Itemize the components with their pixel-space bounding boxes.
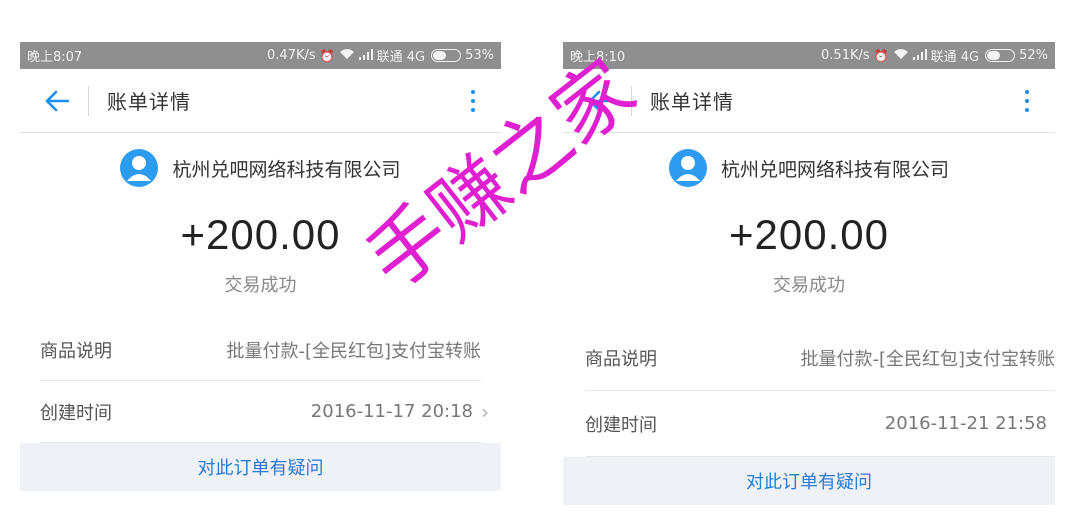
battery-percent: 53% xyxy=(465,48,494,63)
detail-row-created-time[interactable]: 创建时间 2016-11-17 20:18 › xyxy=(40,381,489,443)
signal-icon xyxy=(358,48,373,63)
detail-label: 创建时间 xyxy=(585,414,657,436)
transaction-amount: +200.00 xyxy=(180,211,341,258)
nav-divider xyxy=(88,85,89,116)
alarm-icon: ⏰ xyxy=(319,48,335,63)
user-avatar-icon xyxy=(668,149,707,187)
order-question-button[interactable]: 对此订单有疑问 xyxy=(20,443,501,491)
detail-value: 2016-11-21 21:58 xyxy=(884,413,1047,434)
transaction-amount: +200.00 xyxy=(729,211,889,258)
battery-fill xyxy=(987,51,1000,60)
bill-detail-screen-left: 晚上8:07 0.47K/s ⏰ 联通 4G 53% 账单详情 杭州兑吧网络科技… xyxy=(20,42,501,492)
carrier-label: 联通 4G xyxy=(930,50,980,65)
detail-list: 商品说明 批量付款-[全民红包]支付宝转账 创建时间 2016-11-21 21… xyxy=(563,325,1055,457)
merchant-name: 杭州兑吧网络科技有限公司 xyxy=(172,158,401,181)
back-arrow-icon[interactable] xyxy=(581,82,619,120)
nav-bar: 账单详情 xyxy=(20,69,501,133)
wifi-icon xyxy=(893,48,909,63)
battery-fill xyxy=(433,51,446,60)
back-arrow-icon[interactable] xyxy=(38,82,76,120)
detail-list: 商品说明 批量付款-[全民红包]支付宝转账 创建时间 2016-11-17 20… xyxy=(20,319,501,443)
page-title: 账单详情 xyxy=(107,90,191,114)
merchant-header: 杭州兑吧网络科技有限公司 xyxy=(563,149,1055,187)
transaction-status: 交易成功 xyxy=(224,275,297,296)
detail-label: 商品说明 xyxy=(40,340,112,362)
status-bar: 晚上8:10 0.51K/s ⏰ 联通 4G 52% xyxy=(563,42,1055,69)
detail-row-description: 商品说明 批量付款-[全民红包]支付宝转账 xyxy=(585,325,1055,391)
status-bar: 晚上8:07 0.47K/s ⏰ 联通 4G 53% xyxy=(20,42,501,69)
detail-label: 创建时间 xyxy=(40,402,112,424)
nav-bar: 账单详情 xyxy=(563,69,1055,133)
more-vertical-icon[interactable] xyxy=(459,85,487,117)
transaction-status: 交易成功 xyxy=(773,275,845,296)
detail-row-description: 商品说明 批量付款-[全民红包]支付宝转账 xyxy=(40,319,481,381)
network-speed: 0.51K/s xyxy=(821,48,870,63)
merchant-name: 杭州兑吧网络科技有限公司 xyxy=(720,158,949,181)
battery-icon xyxy=(985,49,1016,62)
carrier-label: 联通 4G xyxy=(376,50,426,65)
chevron-right-icon: › xyxy=(481,399,489,424)
detail-row-created-time[interactable]: 创建时间 2016-11-21 21:58› xyxy=(585,391,1055,457)
status-time: 晚上8:10 xyxy=(570,50,626,65)
detail-value: 2016-11-17 20:18 xyxy=(310,401,473,422)
page-title: 账单详情 xyxy=(650,90,734,114)
detail-value: 批量付款-[全民红包]支付宝转账 xyxy=(226,340,481,362)
more-vertical-icon[interactable] xyxy=(1013,85,1041,117)
nav-divider xyxy=(631,85,632,116)
user-avatar-icon xyxy=(120,149,159,187)
order-question-button[interactable]: 对此订单有疑问 xyxy=(563,457,1055,505)
battery-icon xyxy=(431,49,462,62)
wifi-icon xyxy=(339,48,355,63)
merchant-header: 杭州兑吧网络科技有限公司 xyxy=(20,149,501,187)
detail-value: 批量付款-[全民红包]支付宝转账 xyxy=(800,348,1055,370)
bill-detail-screen-right: 晚上8:10 0.51K/s ⏰ 联通 4G 52% 账单详情 杭州兑吧网络科技… xyxy=(563,42,1055,514)
status-time: 晚上8:07 xyxy=(27,50,83,65)
detail-label: 商品说明 xyxy=(585,348,657,370)
network-speed: 0.47K/s xyxy=(267,48,316,63)
alarm-icon: ⏰ xyxy=(873,48,889,63)
battery-percent: 52% xyxy=(1019,48,1048,63)
signal-icon xyxy=(912,48,927,63)
